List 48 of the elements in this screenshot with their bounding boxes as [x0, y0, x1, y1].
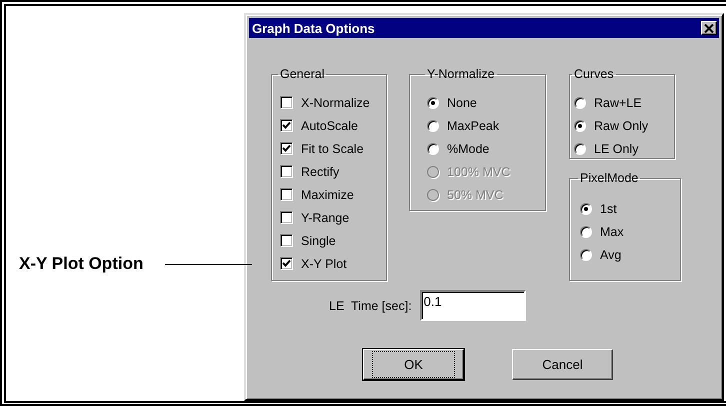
field-label: LE Time [sec]: — [329, 298, 412, 312]
checkbox[interactable] — [280, 165, 293, 178]
radio-label[interactable]: 1st — [600, 202, 617, 216]
checkbox[interactable] — [280, 188, 293, 201]
radio-button[interactable] — [580, 202, 592, 214]
checkbox-label[interactable]: Fit to Scale — [301, 142, 364, 156]
radio-button[interactable] — [427, 120, 439, 132]
checkbox-label[interactable]: Rectify — [301, 164, 340, 178]
radio-button[interactable] — [427, 96, 439, 108]
window-title: Graph Data Options — [252, 20, 375, 36]
dialog-button[interactable]: OK — [363, 349, 464, 380]
dialog-button[interactable]: Cancel — [512, 349, 613, 380]
checkbox[interactable] — [280, 211, 293, 224]
radio-label[interactable]: Max — [600, 224, 624, 238]
radio-button[interactable] — [574, 142, 586, 154]
checkbox-label[interactable]: Y-Range — [301, 210, 350, 224]
checkbox-label[interactable]: Maximize — [301, 188, 354, 202]
group-title: General — [279, 67, 326, 81]
checkbox[interactable] — [280, 257, 293, 270]
radio-label[interactable]: Raw+LE — [594, 96, 642, 110]
radio-label[interactable]: LE Only — [594, 142, 638, 156]
group-title: Curves — [573, 67, 615, 81]
checkbox[interactable] — [280, 119, 293, 132]
radio-label[interactable]: %Mode — [447, 142, 490, 156]
radio-label[interactable]: MaxPeak — [447, 118, 500, 132]
checkbox-label[interactable]: X-Y Plot — [301, 256, 347, 270]
radio-label: 100% MVC — [447, 164, 510, 178]
close-button[interactable] — [701, 21, 717, 35]
checkbox-label[interactable]: X-Normalize — [301, 96, 370, 110]
callout-label: X-Y Plot Option — [19, 254, 144, 274]
checkbox-label[interactable]: AutoScale — [301, 118, 358, 132]
radio-button[interactable] — [574, 96, 586, 108]
radio-label: 50% MVC — [447, 188, 504, 202]
radio-label[interactable]: Avg — [600, 248, 622, 262]
radio-button[interactable] — [580, 248, 592, 260]
radio-label[interactable]: None — [447, 96, 477, 110]
radio-button[interactable] — [580, 226, 592, 238]
checkbox[interactable] — [280, 234, 293, 247]
checkbox-label[interactable]: Single — [301, 234, 336, 248]
radio-button[interactable] — [427, 142, 439, 154]
radio-button[interactable] — [574, 120, 586, 132]
group-title: Y-Normalize — [426, 67, 496, 81]
input-field[interactable]: 0.1 — [420, 290, 526, 321]
checkbox[interactable] — [280, 142, 293, 155]
radio-label[interactable]: Raw Only — [594, 118, 648, 132]
group-title: PixelMode — [579, 171, 640, 185]
checkbox[interactable] — [280, 96, 293, 109]
close-icon — [704, 24, 714, 32]
